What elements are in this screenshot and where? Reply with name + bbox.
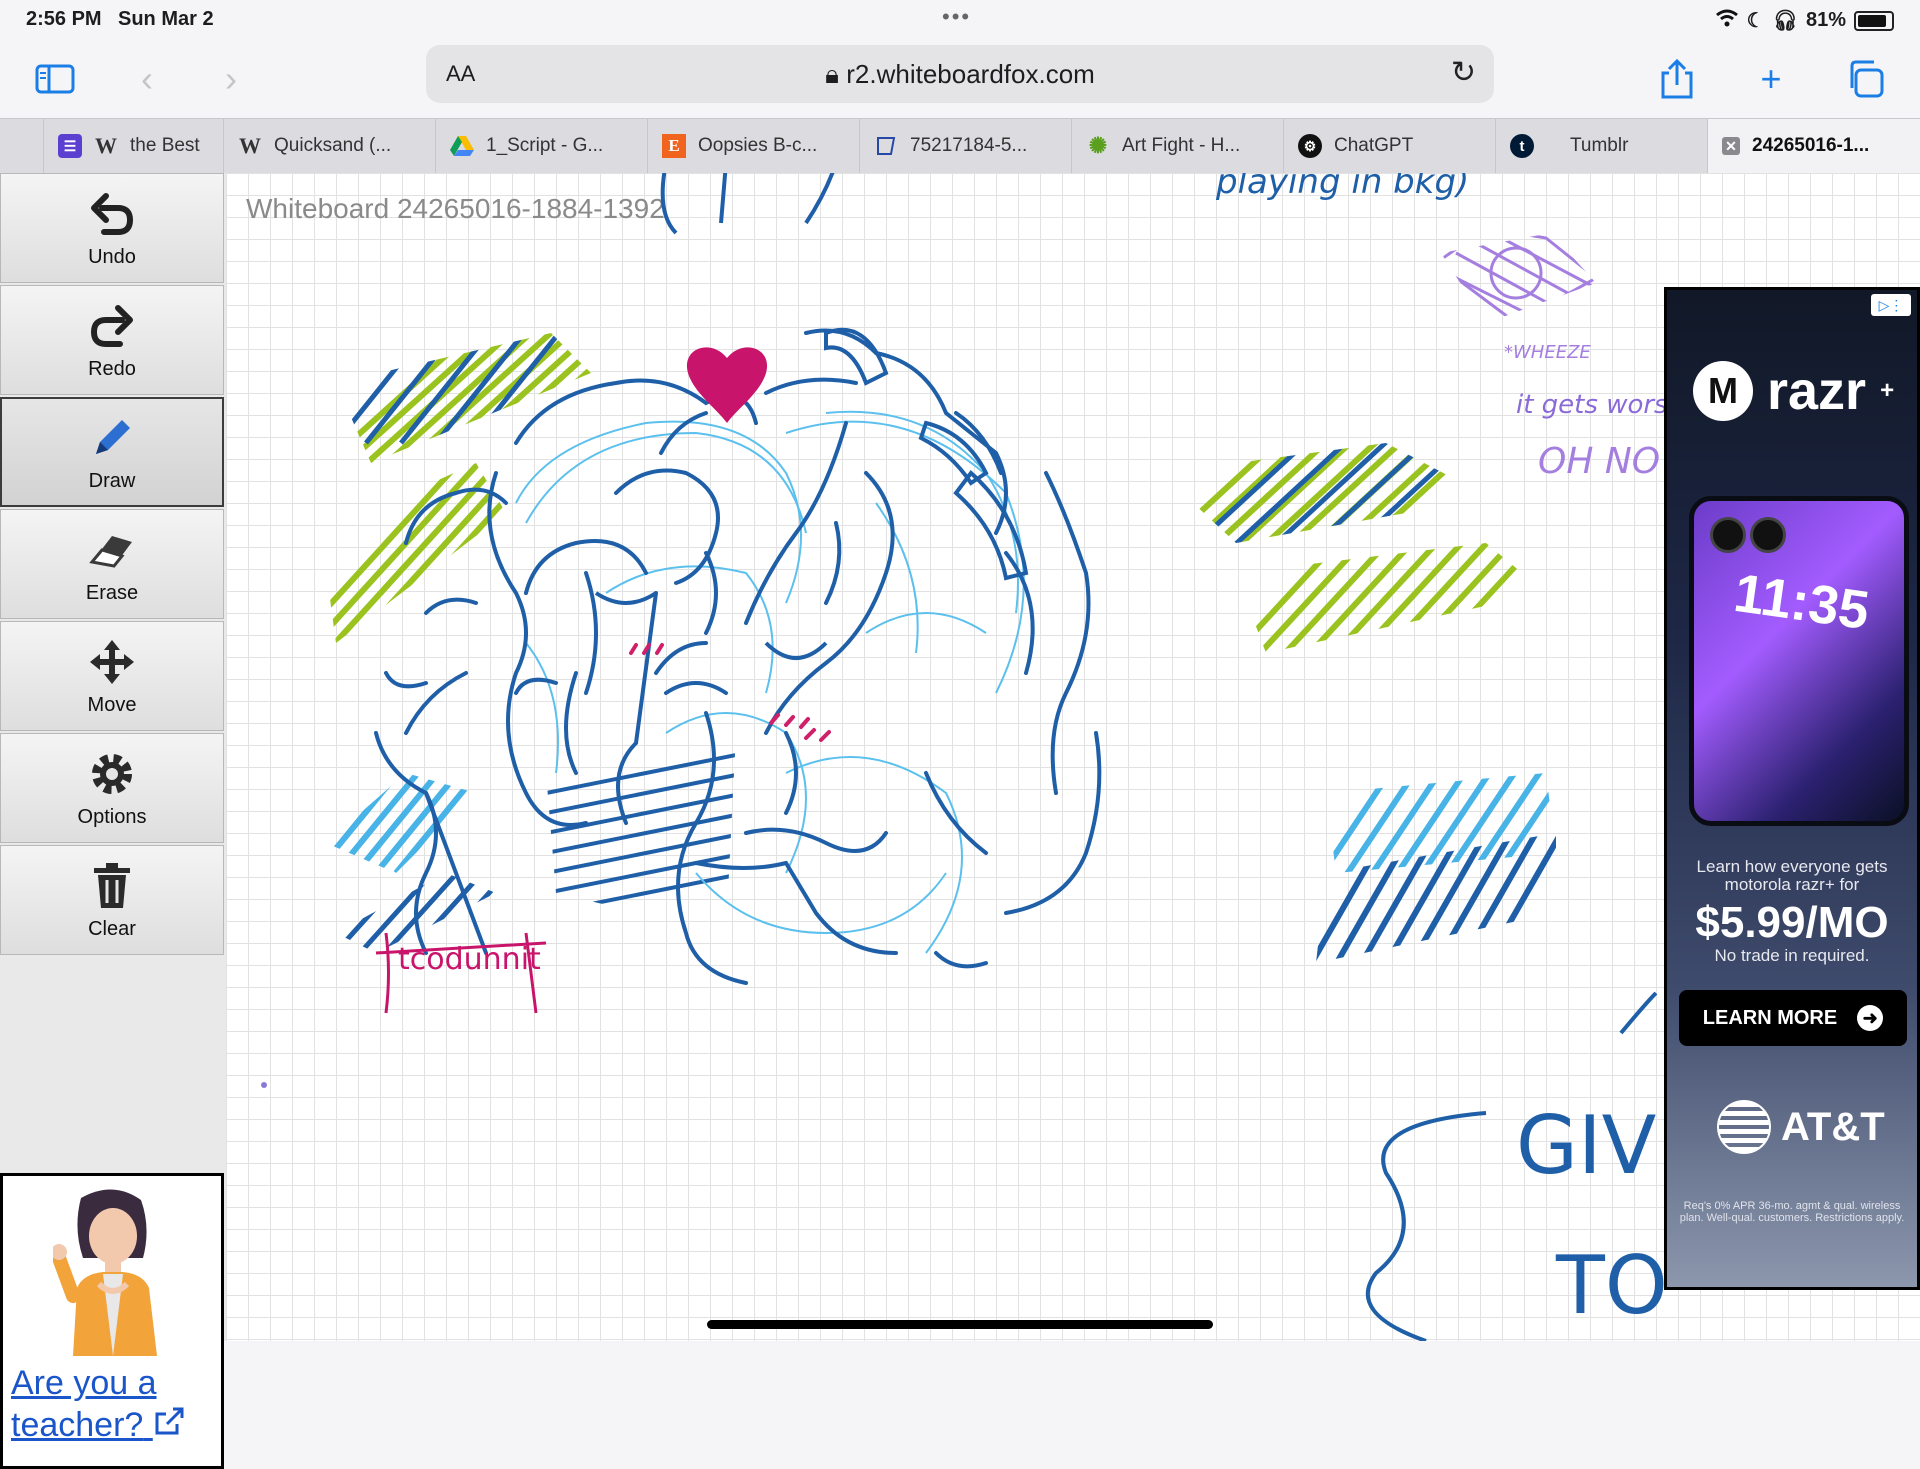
heart-doodle: [686, 347, 768, 423]
tool-panel: Undo Redo Draw Erase Move Options Clear: [0, 173, 226, 1469]
redo-icon: [90, 304, 133, 347]
undo-icon: [91, 192, 134, 235]
browser-toolbar: ‹ › AA 🔒︎ r2.whiteboardfox.com ↻ +: [0, 40, 1920, 118]
status-time: 2:56 PM: [26, 8, 102, 30]
wifi-icon: [1715, 9, 1739, 33]
status-bar: 2:56 PM Sun Mar 2 ••• ☾ 🎧︎ 81%: [0, 0, 1920, 40]
lock-icon: 🔒︎: [825, 59, 840, 89]
tab-the-best[interactable]: ☰ W the Best: [44, 119, 224, 173]
tab-tumblr[interactable]: t Tumblr: [1496, 119, 1708, 173]
ad-choices-icon[interactable]: ▷⋮: [1871, 294, 1911, 316]
move-icon: [90, 639, 134, 684]
teacher-illustration: [53, 1189, 157, 1356]
tab-75217184[interactable]: 75217184-5...: [860, 119, 1072, 173]
ad-headline: Learn how everyone gets motorola razr+ f…: [1696, 857, 1888, 894]
tab-chatgpt[interactable]: ⚙︎ ChatGPT: [1284, 119, 1496, 173]
wikipedia-icon: W: [239, 133, 261, 158]
tabs-overview-icon[interactable]: [1840, 54, 1890, 104]
external-link-icon: [155, 1407, 184, 1435]
wikipedia-icon: W: [95, 133, 117, 158]
phone-clock: 11:35: [1730, 562, 1873, 642]
moon-icon: ☾: [1746, 10, 1765, 32]
ad-subtext: No trade in required.: [1714, 946, 1870, 965]
chatgpt-icon: ⚙︎: [1298, 134, 1322, 158]
trash-icon: [94, 862, 130, 908]
erase-button[interactable]: Erase: [0, 509, 224, 619]
tab-edge: [0, 119, 44, 173]
tab-script[interactable]: 1_Script - G...: [436, 119, 648, 173]
teacher-link[interactable]: Are you a teacher?: [11, 1362, 219, 1446]
motorola-logo-icon: M: [1693, 361, 1753, 421]
redo-button[interactable]: Redo: [0, 285, 224, 395]
stray-dot: [261, 1082, 267, 1088]
arrow-right-icon: ➜: [1857, 1005, 1884, 1031]
pencil-icon: [96, 419, 130, 454]
hair-shading: [546, 751, 736, 915]
url-text: r2.whiteboardfox.com: [846, 59, 1095, 89]
forward-icon[interactable]: ›: [206, 54, 256, 104]
light-blue-scribble: [326, 773, 476, 873]
att-globe-icon: [1717, 1100, 1771, 1154]
signature-text: tcodunnit: [398, 942, 541, 977]
tab-quicksand[interactable]: W Quicksand (...: [224, 119, 436, 173]
top-doodle: [660, 173, 835, 235]
phone-image: 11:35: [1689, 496, 1909, 826]
close-icon[interactable]: ✕: [1722, 137, 1740, 155]
whiteboard-icon: [874, 134, 898, 158]
battery-percent: 81%: [1805, 9, 1846, 31]
status-icons: ☾ 🎧︎ 81%: [1715, 8, 1894, 33]
list-icon: ☰: [58, 134, 82, 158]
camera-lens: [1710, 517, 1746, 553]
brace-doodle: [1365, 1111, 1487, 1341]
home-indicator[interactable]: [707, 1320, 1213, 1329]
line-art: [374, 328, 1102, 985]
tab-bar: ☰ W the Best W Quicksand (... 1_Script -…: [0, 118, 1920, 174]
multitasking-dots[interactable]: •••: [942, 4, 971, 30]
art-fight-icon: ✺: [1088, 133, 1108, 158]
new-tab-icon[interactable]: +: [1746, 54, 1796, 104]
tab-art-fight[interactable]: ✺ Art Fight - H...: [1072, 119, 1284, 173]
ad-price: $5.99/MO: [1695, 898, 1889, 947]
share-icon[interactable]: [1652, 54, 1702, 104]
purple-doodle: [1441, 233, 1596, 323]
green-scribble: [336, 333, 591, 463]
undo-button[interactable]: Undo: [0, 173, 224, 283]
top-note-text: playing in bkg): [1215, 173, 1469, 202]
draw-button[interactable]: Draw: [0, 397, 224, 507]
camera-lens: [1750, 517, 1786, 553]
big-text-to: TO: [1555, 1239, 1668, 1332]
tumblr-icon: t: [1510, 134, 1534, 158]
address-bar[interactable]: AA 🔒︎ r2.whiteboardfox.com ↻: [426, 45, 1494, 103]
purple-note: it gets worse: [1516, 390, 1684, 420]
back-icon[interactable]: ‹: [122, 54, 172, 104]
purple-shout: OH NO: [1538, 441, 1660, 482]
advertiser-logo: AT&T: [1717, 1100, 1885, 1154]
etsy-icon: E: [662, 134, 686, 158]
light-sketch-lines: [515, 410, 1025, 954]
google-drive-icon: [450, 134, 474, 158]
green-scribble: [1161, 443, 1489, 543]
green-scribble: [1236, 543, 1546, 653]
tab-active-whiteboard[interactable]: ✕ 24265016-1...: [1708, 119, 1920, 173]
corner-doodle: [1619, 991, 1658, 1035]
ad-fine-print: Req's 0% APR 36-mo. agmt & qual. wireles…: [1679, 1200, 1905, 1224]
move-button[interactable]: Move: [0, 621, 224, 731]
status-date: Sun Mar 2: [118, 8, 214, 30]
green-scribble: [321, 463, 506, 643]
sidebar-icon[interactable]: [30, 54, 80, 104]
gear-icon: [92, 753, 132, 794]
ad-brand: M razr +: [1693, 360, 1894, 422]
options-button[interactable]: Options: [0, 733, 224, 843]
learn-more-button[interactable]: LEARN MORE ➜: [1679, 990, 1907, 1046]
advertisement[interactable]: ▷⋮ M razr + 11:35 Learn how everyone gets…: [1664, 287, 1920, 1290]
purple-caption: *WHEEZE: [1504, 342, 1591, 363]
clear-button[interactable]: Clear: [0, 845, 224, 955]
battery-icon: [1854, 10, 1894, 31]
teacher-promo[interactable]: Are you a teacher?: [0, 1173, 224, 1469]
reload-icon[interactable]: ↻: [1451, 55, 1476, 90]
tab-oopsies[interactable]: E Oopsies B-c...: [648, 119, 860, 173]
headphones-icon: 🎧︎: [1772, 10, 1798, 32]
eraser-icon: [89, 535, 132, 568]
